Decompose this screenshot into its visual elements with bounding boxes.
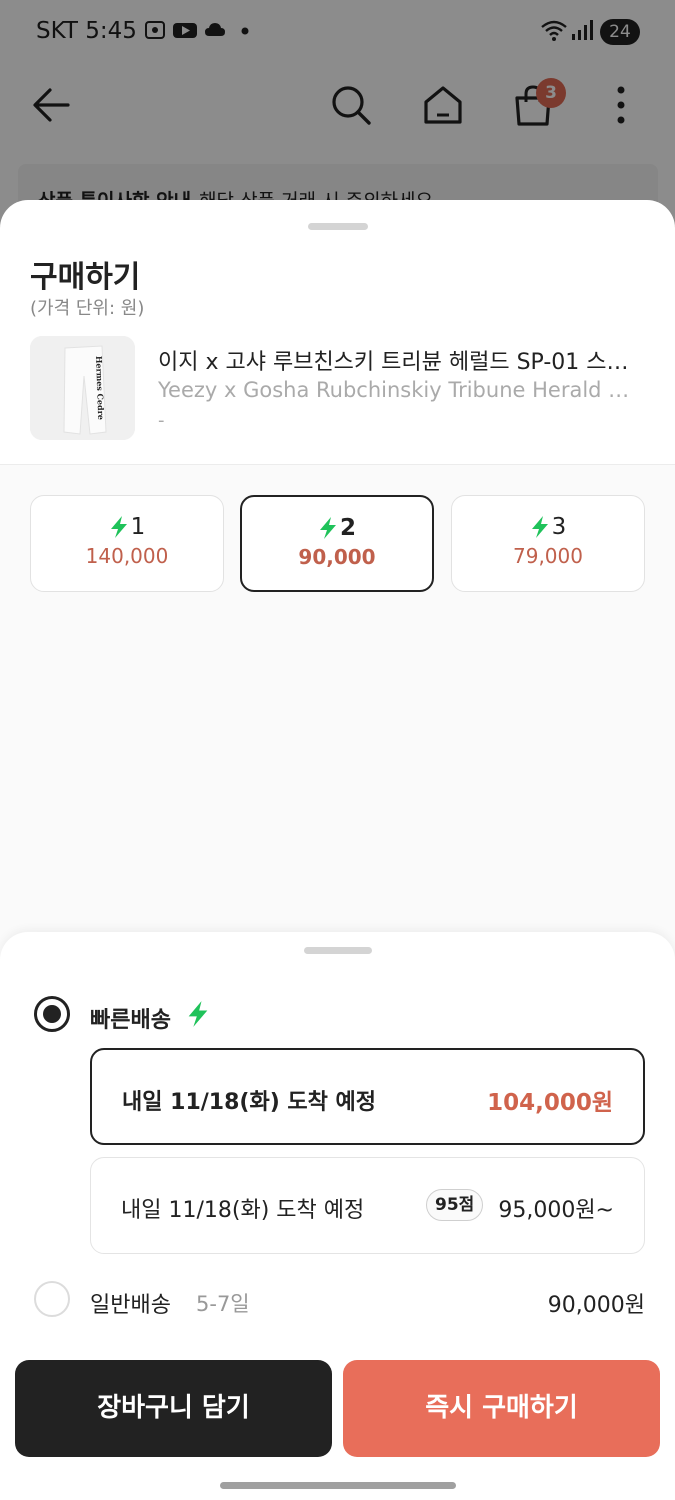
- product-row: Hermes Cedre 이지 x 고샤 루브친스키 트리뷴 헤럴드 SP-01…: [0, 330, 675, 464]
- sheet-title: 구매하기: [30, 260, 141, 295]
- product-thumbnail: Hermes Cedre: [30, 336, 135, 440]
- delivery-sheet: 빠른배송 내일 11/18(화) 도착 예정 104,000원 내일 11/18…: [0, 932, 675, 1500]
- lightning-icon: [188, 1001, 208, 1027]
- normal-delivery-days: 5-7일: [196, 1292, 250, 1316]
- size-options: 1 140,000 2 90,000 3 79,000: [0, 465, 675, 965]
- size-price: 79,000: [513, 544, 583, 568]
- lightning-icon: [531, 516, 548, 538]
- fast-delivery-option-2[interactable]: 내일 11/18(화) 도착 예정 95점 95,000원~: [90, 1157, 645, 1254]
- home-indicator[interactable]: [220, 1482, 456, 1489]
- fast-delivery-radio[interactable]: [34, 996, 70, 1032]
- product-name: 이지 x 고샤 루브친스키 트리뷴 헤럴드 SP-01 스웨트팬츠 화이트: [158, 350, 648, 375]
- arrival-text: 내일 11/18(화) 도착 예정: [122, 1090, 377, 1115]
- add-to-cart-button[interactable]: 장바구니 담기: [15, 1360, 332, 1457]
- buy-now-button[interactable]: 즉시 구매하기: [343, 1360, 660, 1457]
- size-option-1[interactable]: 1 140,000: [30, 495, 224, 592]
- size-label: 3: [551, 514, 567, 540]
- option-price: 95,000원~: [498, 1198, 614, 1223]
- size-label: 1: [130, 514, 146, 540]
- normal-delivery-price: 90,000원: [547, 1293, 645, 1318]
- normal-delivery-radio[interactable]: [34, 1281, 70, 1317]
- size-price: 140,000: [85, 544, 169, 568]
- fast-delivery-option-1[interactable]: 내일 11/18(화) 도착 예정 104,000원: [90, 1048, 645, 1145]
- price-unit-note: (가격 단위: 원): [30, 298, 145, 319]
- lightning-icon: [110, 516, 127, 538]
- condition-score-badge: 95점: [426, 1189, 484, 1221]
- fast-delivery-label: 빠른배송: [90, 1008, 171, 1033]
- size-label: 2: [339, 515, 356, 541]
- option-price: 104,000원: [487, 1090, 613, 1116]
- size-option-2[interactable]: 2 90,000: [240, 495, 434, 592]
- product-name-english: Yeezy x Gosha Rubchinskiy Tribune Herald…: [158, 378, 638, 402]
- normal-delivery-label: 일반배송: [90, 1293, 171, 1318]
- arrival-text: 내일 11/18(화) 도착 예정: [121, 1198, 365, 1223]
- size-price: 90,000: [298, 545, 376, 569]
- delivery-sheet-handle[interactable]: [304, 947, 372, 954]
- lightning-icon: [319, 517, 336, 539]
- size-option-3[interactable]: 3 79,000: [451, 495, 645, 592]
- product-option: -: [158, 410, 165, 431]
- sheet-handle[interactable]: [308, 223, 368, 230]
